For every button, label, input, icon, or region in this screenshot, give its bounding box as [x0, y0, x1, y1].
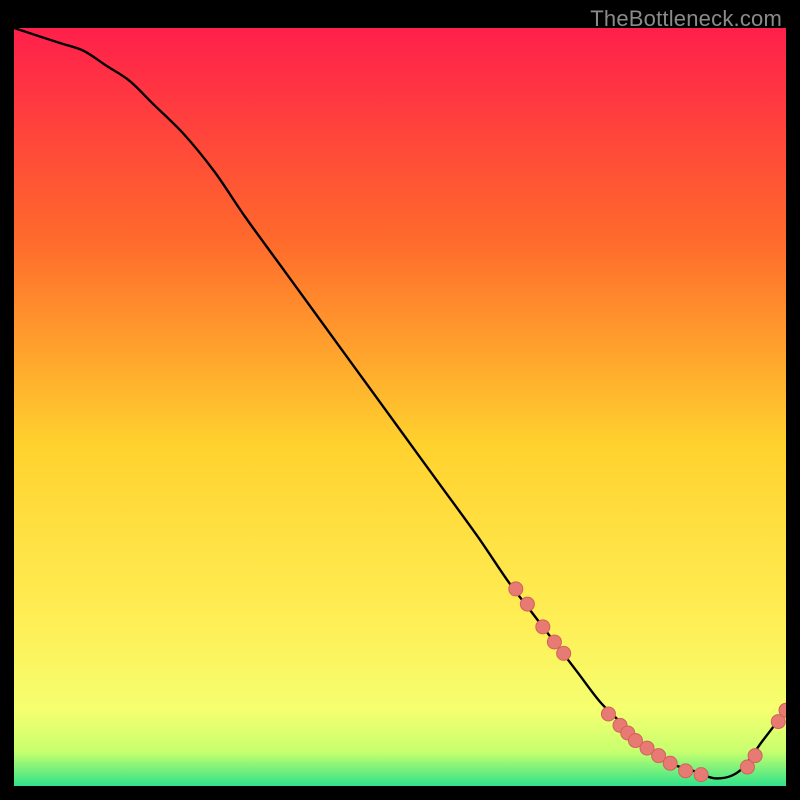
bottleneck-chart	[14, 28, 786, 786]
chart-container: { "watermark": "TheBottleneck.com", "col…	[0, 0, 800, 800]
plot-background	[14, 28, 786, 786]
data-marker	[663, 756, 677, 770]
data-marker	[547, 635, 561, 649]
data-marker	[748, 749, 762, 763]
data-marker	[536, 620, 550, 634]
data-marker	[520, 597, 534, 611]
data-marker	[694, 768, 708, 782]
data-marker	[557, 646, 571, 660]
data-marker	[601, 707, 615, 721]
data-marker	[509, 582, 523, 596]
data-marker	[679, 764, 693, 778]
